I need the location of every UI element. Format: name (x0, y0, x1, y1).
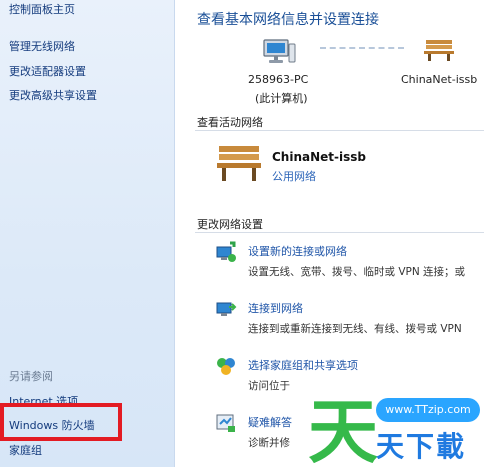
homegroup-sharing-desc: 访问位于 (248, 380, 290, 392)
change-adapter-settings-link[interactable]: 更改适配器设置 (9, 63, 86, 79)
homegroup-link[interactable]: 家庭组 (9, 442, 42, 458)
active-networks-header: 查看活动网络 (197, 116, 263, 129)
troubleshoot-icon (216, 414, 235, 432)
change-settings-header: 更改网络设置 (197, 218, 263, 231)
setup-new-connection-desc: 设置无线、宽带、拨号、临时或 VPN 连接；或 (248, 266, 466, 278)
setup-new-connection-link[interactable]: 设置新的连接或网络 (248, 243, 347, 259)
section-divider (195, 130, 484, 131)
troubleshoot-desc: 诊断并修 (248, 437, 290, 449)
network-name: ChinaNet-issb (401, 73, 478, 86)
page-title: 查看基本网络信息并设置连接 (197, 12, 379, 28)
homegroup-icon (217, 358, 235, 375)
change-advanced-sharing-link[interactable]: 更改高级共享设置 (9, 87, 97, 103)
bench-network-icon[interactable] (423, 38, 455, 62)
control-panel-home-link[interactable]: 控制面板主页 (9, 1, 75, 17)
connect-to-network-desc: 连接到或重新连接到无线、有线、拨号或 VPN (248, 323, 462, 335)
troubleshoot-link[interactable]: 疑难解答 (248, 414, 292, 430)
connection-line (320, 47, 404, 49)
computer-subtitle: (此计算机) (255, 92, 308, 105)
watermark-text: 天下載 (376, 430, 467, 463)
computer-icon[interactable] (261, 38, 297, 68)
homegroup-sharing-link[interactable]: 选择家庭组和共享选项 (248, 357, 358, 373)
computer-name: 258963-PC (248, 73, 309, 86)
new-connection-icon (216, 241, 236, 262)
left-navigation-pane: 控制面板主页 管理无线网络 更改适配器设置 更改高级共享设置 另请参阅 Inte… (0, 0, 175, 467)
see-also-header: 另请参阅 (9, 370, 53, 383)
firewall-highlight-box (0, 403, 122, 441)
connect-to-network-link[interactable]: 连接到网络 (248, 300, 303, 316)
watermark-url: www.TTzip.com (376, 398, 480, 422)
connect-network-icon (216, 302, 237, 316)
network-type-link[interactable]: 公用网络 (272, 168, 316, 184)
watermark-logo-char: 天 (308, 391, 378, 467)
watermark-logo-icon: 天 (308, 391, 378, 467)
manage-wireless-networks-link[interactable]: 管理无线网络 (9, 38, 75, 54)
bench-icon (217, 146, 261, 181)
section-divider (195, 232, 484, 233)
active-network-name: ChinaNet-issb (272, 150, 366, 164)
